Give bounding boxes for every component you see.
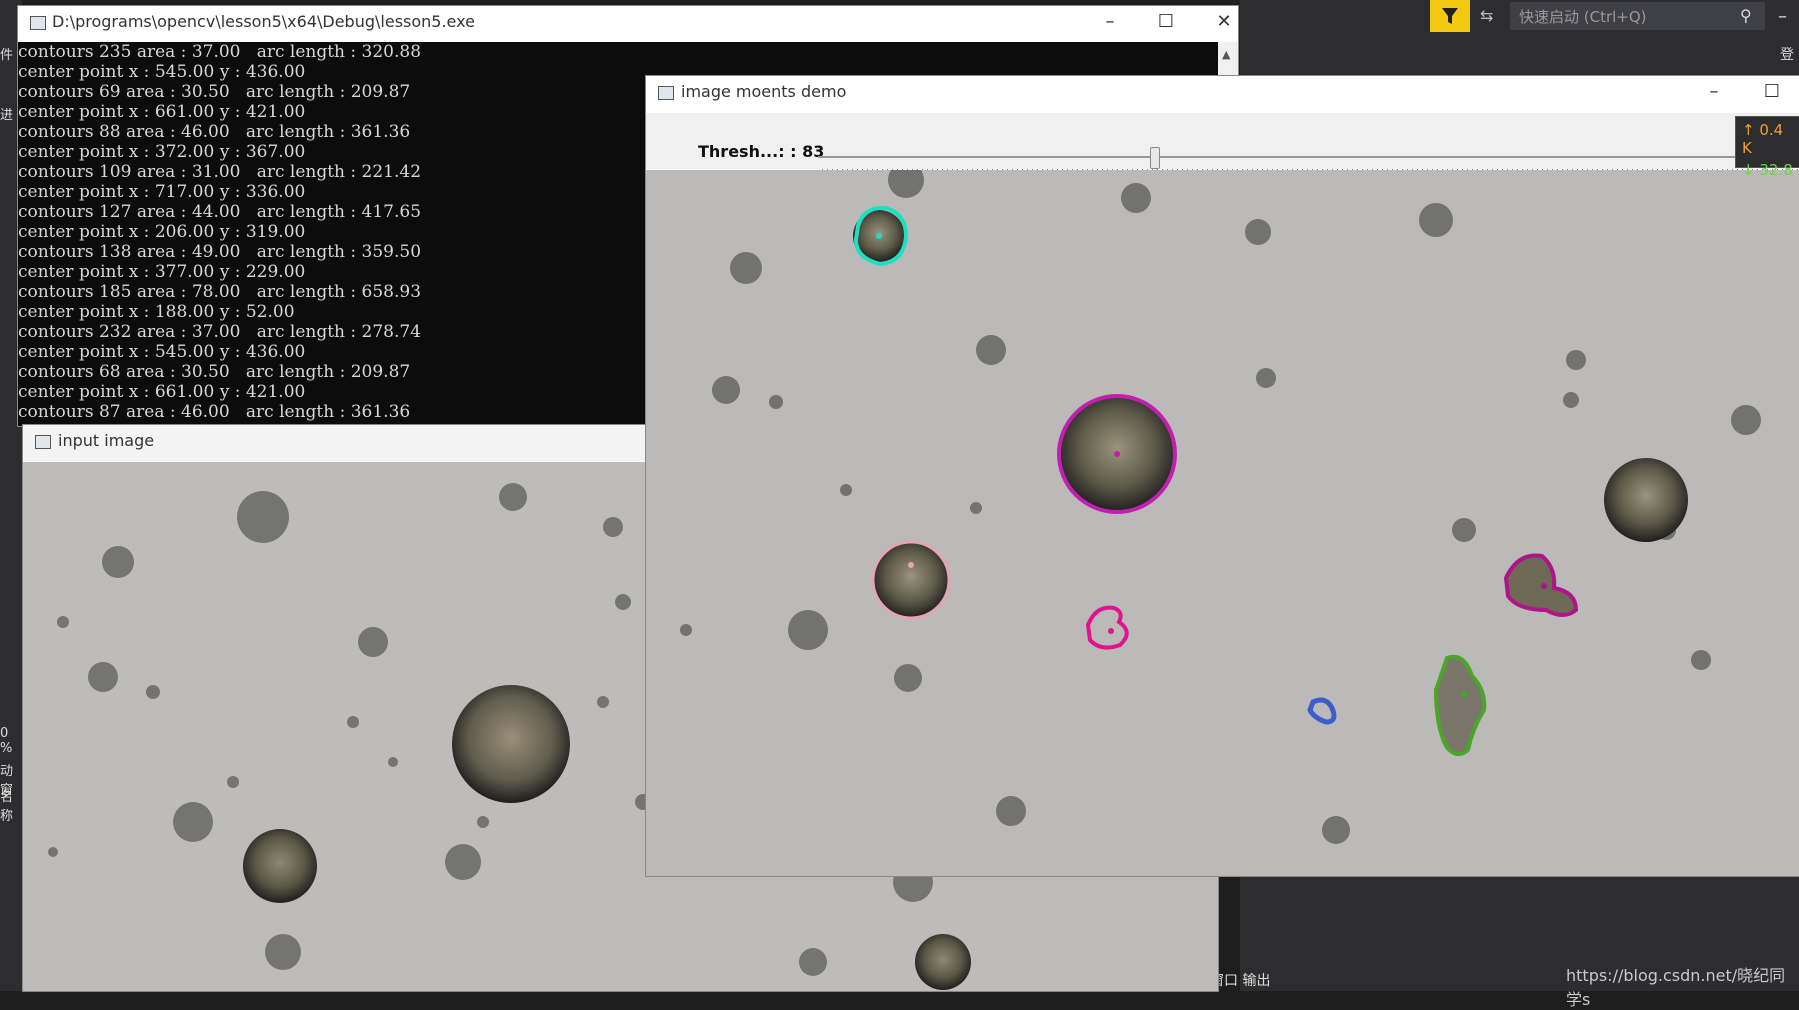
demo-minimize-icon[interactable]: – (1694, 76, 1734, 108)
demo-titlebar[interactable]: image moents demo – ☐ (646, 76, 1799, 112)
input-image-title: input image (58, 431, 155, 450)
demo-maximize-icon[interactable]: ☐ (1752, 76, 1792, 108)
close-icon[interactable]: ✕ (1204, 6, 1244, 38)
network-speed-widget: ↑ 0.4 K ↓ 32.8 (1735, 116, 1799, 179)
search-icon[interactable]: ⚲ (1740, 6, 1752, 25)
input-image-app-icon (35, 435, 51, 449)
trackbar-label: Thresh...: : 83 (698, 142, 825, 161)
console-app-icon (30, 16, 46, 30)
net-up-speed: ↑ 0.4 K (1742, 121, 1784, 157)
ide-bottom-tabs[interactable]: 窗口 输出 (1210, 970, 1270, 990)
console-line: contours 235 area : 37.00 arc length : 3… (18, 42, 422, 62)
demo-title: image moents demo (681, 82, 847, 101)
maximize-icon[interactable]: ☐ (1146, 6, 1186, 38)
filter-icon[interactable] (1430, 0, 1470, 32)
login-link[interactable]: 登 (1780, 44, 1794, 64)
ide-left-frag-3: 0 % (0, 726, 13, 756)
threshold-slider-track[interactable] (818, 156, 1799, 158)
moments-result-canvas (646, 170, 1799, 876)
threshold-slider-thumb[interactable] (1150, 147, 1160, 169)
console-titlebar[interactable]: D:\programs\opencv\lesson5\x64\Debug\les… (18, 6, 1238, 38)
moments-demo-window: image moents demo – ☐ Thresh...: : 83 (646, 76, 1799, 876)
ide-left-frag-5: 名称 (0, 790, 14, 824)
net-down-speed: ↓ 32.8 (1742, 161, 1793, 179)
trackbar-panel: Thresh...: : 83 (646, 113, 1799, 174)
quick-launch-input[interactable]: 快速启动 (Ctrl+Q) (1510, 2, 1765, 30)
ide-left-frag-2: 进 (0, 108, 14, 123)
ide-left-frag-1: 件 (0, 48, 14, 63)
minimize-ide-icon[interactable]: – (1778, 6, 1787, 27)
scroll-up-icon[interactable]: ▲ (1222, 48, 1230, 61)
minimize-icon[interactable]: – (1090, 6, 1130, 38)
watermark: https://blog.csdn.net/晓纪同学s (1566, 966, 1786, 1009)
feedback-icon[interactable]: ⇆ (1480, 6, 1493, 25)
demo-app-icon (658, 86, 674, 100)
console-title: D:\programs\opencv\lesson5\x64\Debug\les… (52, 12, 475, 31)
